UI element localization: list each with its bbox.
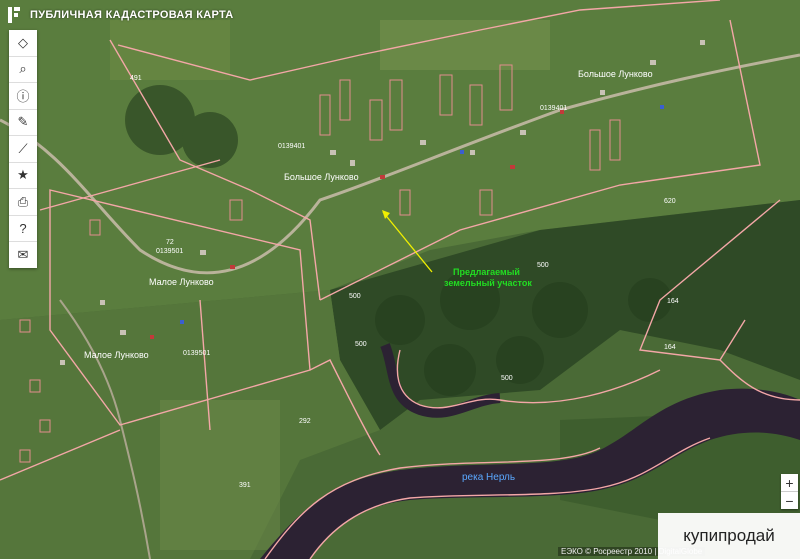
parcel-number: 491 <box>130 75 142 82</box>
pencil-icon: ✎ <box>17 114 29 130</box>
layers-icon: ◇ <box>18 34 28 50</box>
map-header: ПУБЛИЧНАЯ КАДАСТРОВАЯ КАРТА <box>0 0 234 30</box>
satellite-map[interactable]: Большое Лунково Большое Лунково Малое Лу… <box>0 0 800 559</box>
draw-button[interactable]: ✎ <box>9 110 37 136</box>
favorites-button[interactable]: ★ <box>9 163 37 189</box>
help-icon: ? <box>19 220 27 236</box>
parcel-number: 500 <box>537 262 549 269</box>
mail-icon: ✉ <box>17 246 29 262</box>
annotation-line-1: Предлагаемый <box>453 267 520 277</box>
parcel-number: 500 <box>355 341 367 348</box>
place-label-maloe-2: Малое Лунково <box>84 350 149 360</box>
mail-button[interactable]: ✉ <box>9 242 37 268</box>
zoom-out-button[interactable]: − <box>781 492 798 509</box>
parcel-number: 164 <box>664 344 676 351</box>
parcel-number: 292 <box>299 418 311 425</box>
star-icon: ★ <box>17 167 29 183</box>
annotation-line-2: земельный участок <box>444 278 532 288</box>
zoom-in-button[interactable]: + <box>781 474 798 492</box>
info-button[interactable]: ⓘ <box>9 83 37 110</box>
info-icon: ⓘ <box>16 89 30 105</box>
search-button[interactable]: ⌕ <box>9 57 37 83</box>
cadastral-code: 0139501 <box>183 350 210 357</box>
parcel-number: 164 <box>667 298 679 305</box>
parcel-number: 500 <box>501 375 513 382</box>
cadastral-logo-icon <box>8 7 22 23</box>
print-button[interactable]: ⎙ <box>9 189 37 216</box>
cadastral-code: 0139401 <box>540 105 567 112</box>
parcel-number: 72 <box>166 239 174 246</box>
map-toolbar: ◇ ⌕ ⓘ ✎ ⟋ ★ ⎙ ? ✉ <box>9 30 37 268</box>
parcel-number: 391 <box>239 482 251 489</box>
parcel-number: 620 <box>664 198 676 205</box>
measure-icon: ⟋ <box>18 140 28 156</box>
help-button[interactable]: ? <box>9 216 37 242</box>
zoom-control: + − <box>781 474 798 509</box>
place-label-bolshoe-top: Большое Лунково <box>578 69 653 79</box>
search-icon: ⌕ <box>19 61 27 77</box>
river-label: река Нерль <box>462 472 515 483</box>
page-title: ПУБЛИЧНАЯ КАДАСТРОВАЯ КАРТА <box>30 9 234 21</box>
parcel-number: 500 <box>349 293 361 300</box>
layers-button[interactable]: ◇ <box>9 30 37 57</box>
cadastral-code: 0139401 <box>278 143 305 150</box>
measure-button[interactable]: ⟋ <box>9 136 37 163</box>
cadastral-code: 0139501 <box>156 248 183 255</box>
brand-watermark: купипродай <box>658 513 800 559</box>
place-label-bolshoe-mid: Большое Лунково <box>284 172 359 182</box>
place-label-maloe-1: Малое Лунково <box>149 277 214 287</box>
print-icon: ⎙ <box>17 193 29 209</box>
